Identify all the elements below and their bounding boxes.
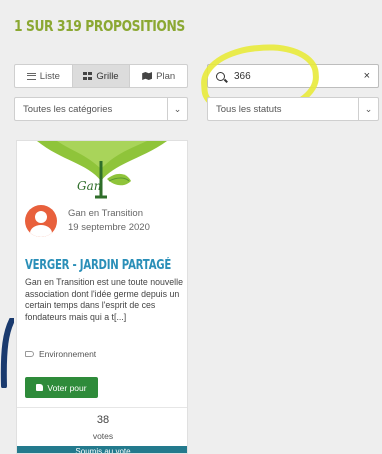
status-select[interactable]: Tous les statuts ⌄	[207, 97, 379, 121]
divider	[17, 407, 187, 408]
author-name: Gan en Transition	[68, 208, 143, 219]
view-list-button[interactable]: Liste	[15, 65, 73, 87]
view-map-button[interactable]: Plan	[130, 65, 187, 87]
image-caption: Gan	[77, 179, 102, 193]
vote-count-label: votes	[92, 431, 114, 441]
grid-icon	[83, 72, 93, 80]
view-toggle: Liste Grille Plan	[14, 64, 188, 88]
vote-count: 38	[96, 414, 110, 426]
view-list-label: Liste	[39, 70, 60, 82]
view-grid-label: Grille	[96, 70, 119, 82]
thumbs-up-icon	[36, 384, 44, 391]
proposal-excerpt: Gan en Transition est une toute nouvelle…	[25, 277, 183, 322]
search-icon	[216, 71, 225, 81]
chevron-down-icon: ⌄	[358, 98, 378, 120]
map-icon	[142, 72, 153, 80]
status-badge: Soumis au vote	[17, 446, 187, 453]
vote-button[interactable]: Voter pour	[25, 377, 98, 398]
pen-annotation	[0, 318, 14, 388]
search-input[interactable]: 366 ×	[207, 64, 379, 88]
category-tag-label: Environnement	[39, 349, 97, 359]
vote-button-label: Voter pour	[47, 382, 87, 393]
proposal-image[interactable]: Gan	[17, 141, 187, 199]
category-select[interactable]: Toutes les catégories ⌄	[14, 97, 188, 121]
view-grid-button[interactable]: Grille	[72, 65, 131, 87]
results-title: 1 SUR 319 PROPOSITIONS	[14, 17, 185, 35]
chevron-down-icon: ⌄	[167, 98, 187, 120]
proposal-card: Gan Gan en Transition 19 septembre 2020 …	[16, 140, 188, 454]
tag-icon	[25, 351, 34, 357]
avatar	[25, 205, 57, 237]
clear-search-icon[interactable]: ×	[364, 70, 370, 82]
category-tag[interactable]: Environnement	[25, 349, 96, 359]
search-value: 366	[234, 70, 251, 82]
proposal-title[interactable]: VERGER - JARDIN PARTAGÉ	[25, 258, 171, 273]
list-icon	[26, 72, 36, 80]
view-map-label: Plan	[156, 70, 176, 82]
publication-date: 19 septembre 2020	[68, 222, 150, 233]
status-select-value: Tous les statuts	[216, 103, 282, 115]
category-select-value: Toutes les catégories	[23, 103, 113, 115]
